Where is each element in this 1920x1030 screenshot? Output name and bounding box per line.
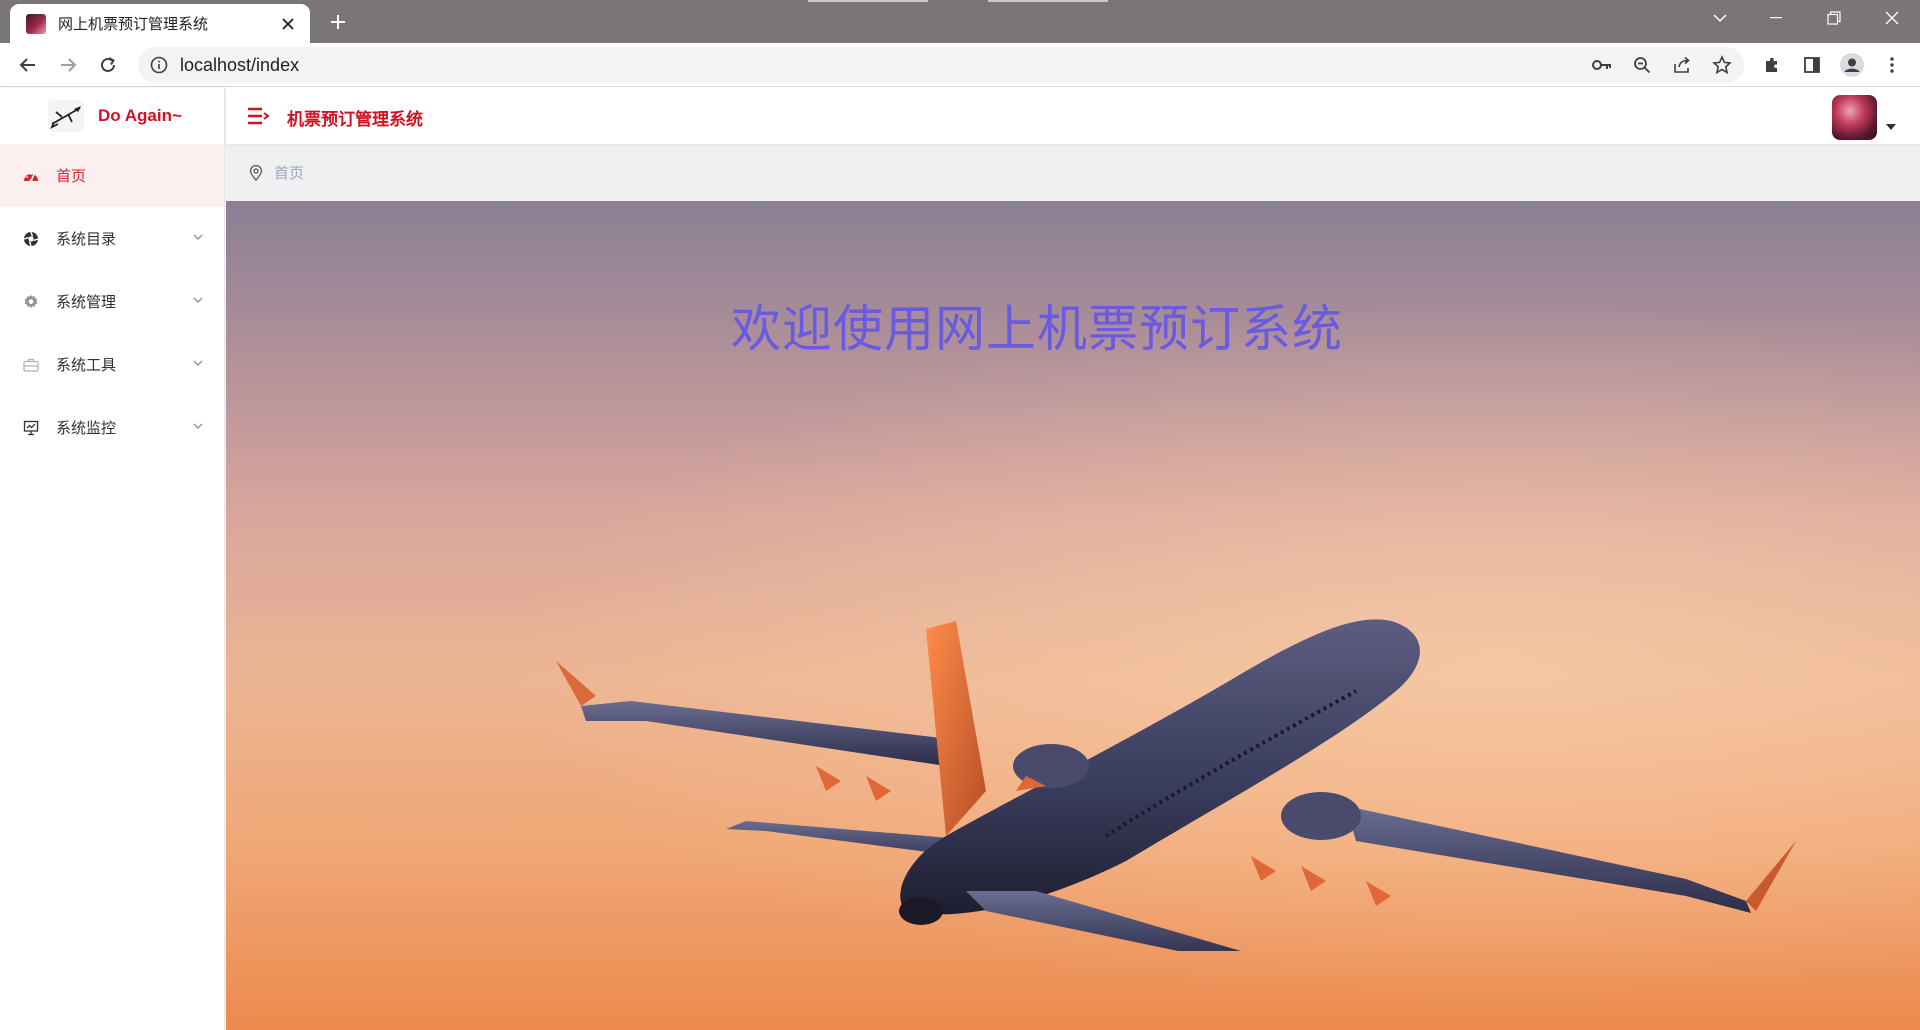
side-panel-icon[interactable] xyxy=(1798,51,1826,79)
app-title: 机票预订管理系统 xyxy=(287,110,423,130)
close-window-icon[interactable] xyxy=(1864,0,1920,36)
airplane-logo-icon xyxy=(48,100,84,132)
hero-banner: 欢迎使用网上机票预订系统 xyxy=(226,201,1920,1030)
minimize-icon[interactable] xyxy=(1748,0,1804,36)
tab-favicon xyxy=(26,13,46,34)
sidebar-item-label: 系统管理 xyxy=(56,293,117,311)
sidebar-item-label: 首页 xyxy=(56,167,87,185)
sidebar-item-system-monitor[interactable]: 系统监控 xyxy=(0,396,224,459)
hamburger-menu-icon[interactable] xyxy=(246,104,270,128)
url-text: localhost/index xyxy=(180,54,300,75)
forward-arrow-icon[interactable] xyxy=(52,49,84,81)
breadcrumb: 首页 xyxy=(226,144,1920,201)
caret-down-icon[interactable] xyxy=(1886,124,1896,130)
brand-name: Do Again~ xyxy=(98,106,182,125)
address-bar[interactable]: localhost/index xyxy=(138,47,1744,83)
sidebar-item-label: 系统目录 xyxy=(56,230,117,248)
bookmark-star-icon[interactable] xyxy=(1708,51,1736,79)
zoom-icon[interactable] xyxy=(1628,51,1656,79)
welcome-heading: 欢迎使用网上机票预订系统 xyxy=(731,300,1343,358)
aperture-icon xyxy=(22,230,40,248)
gear-icon xyxy=(22,293,40,311)
sidebar-item-label: 系统监控 xyxy=(56,419,117,437)
toolbox-icon xyxy=(22,356,40,374)
new-tab-icon[interactable] xyxy=(324,8,352,36)
airplane-image xyxy=(556,619,1796,951)
chevron-down-icon xyxy=(193,423,203,429)
app-root: Do Again~ 首页 系统目录 系统管理 系统工具 系统监控 机票预订管理系… xyxy=(0,88,1920,1030)
sidebar-item-catalog[interactable]: 系统目录 xyxy=(0,207,224,270)
tab-hover-hint xyxy=(988,0,1108,2)
breadcrumb-item-home[interactable]: 首页 xyxy=(274,162,304,183)
sidebar: Do Again~ 首页 系统目录 系统管理 系统工具 系统监控 xyxy=(0,88,225,1030)
restore-icon[interactable] xyxy=(1806,0,1862,36)
brand[interactable]: Do Again~ xyxy=(0,88,224,144)
reload-icon[interactable] xyxy=(92,49,124,81)
main-content: 机票预订管理系统 首页 欢迎使用网上机票预订系统 xyxy=(226,88,1920,1030)
chevron-down-icon xyxy=(193,360,203,366)
tab-close-icon[interactable] xyxy=(276,12,300,36)
browser-menu-icon[interactable] xyxy=(1878,51,1906,79)
sidebar-item-label: 系统工具 xyxy=(56,356,117,374)
tab-hover-hint xyxy=(808,0,928,2)
monitor-icon xyxy=(22,419,40,437)
share-icon[interactable] xyxy=(1668,51,1696,79)
site-info-icon[interactable] xyxy=(150,56,168,74)
sidebar-item-home[interactable]: 首页 xyxy=(0,144,224,207)
browser-tabstrip: 网上机票预订管理系统 xyxy=(0,0,1920,43)
password-key-icon[interactable] xyxy=(1588,51,1616,79)
tab-search-chevron-icon[interactable] xyxy=(1692,0,1748,36)
location-pin-icon xyxy=(249,164,263,181)
top-navbar: 机票预订管理系统 xyxy=(226,88,1920,144)
profile-icon[interactable] xyxy=(1838,51,1866,79)
browser-tab[interactable]: 网上机票预订管理系统 xyxy=(10,4,310,43)
sidebar-item-system-tools[interactable]: 系统工具 xyxy=(0,333,224,396)
chevron-down-icon xyxy=(193,234,203,240)
avatar[interactable] xyxy=(1832,95,1877,140)
tab-title: 网上机票预订管理系统 xyxy=(58,15,209,33)
dashboard-icon xyxy=(22,167,40,185)
browser-toolbar: localhost/index xyxy=(0,43,1920,87)
back-arrow-icon[interactable] xyxy=(12,49,44,81)
sidebar-item-system-management[interactable]: 系统管理 xyxy=(0,270,224,333)
chevron-down-icon xyxy=(193,297,203,303)
extensions-puzzle-icon[interactable] xyxy=(1758,51,1786,79)
